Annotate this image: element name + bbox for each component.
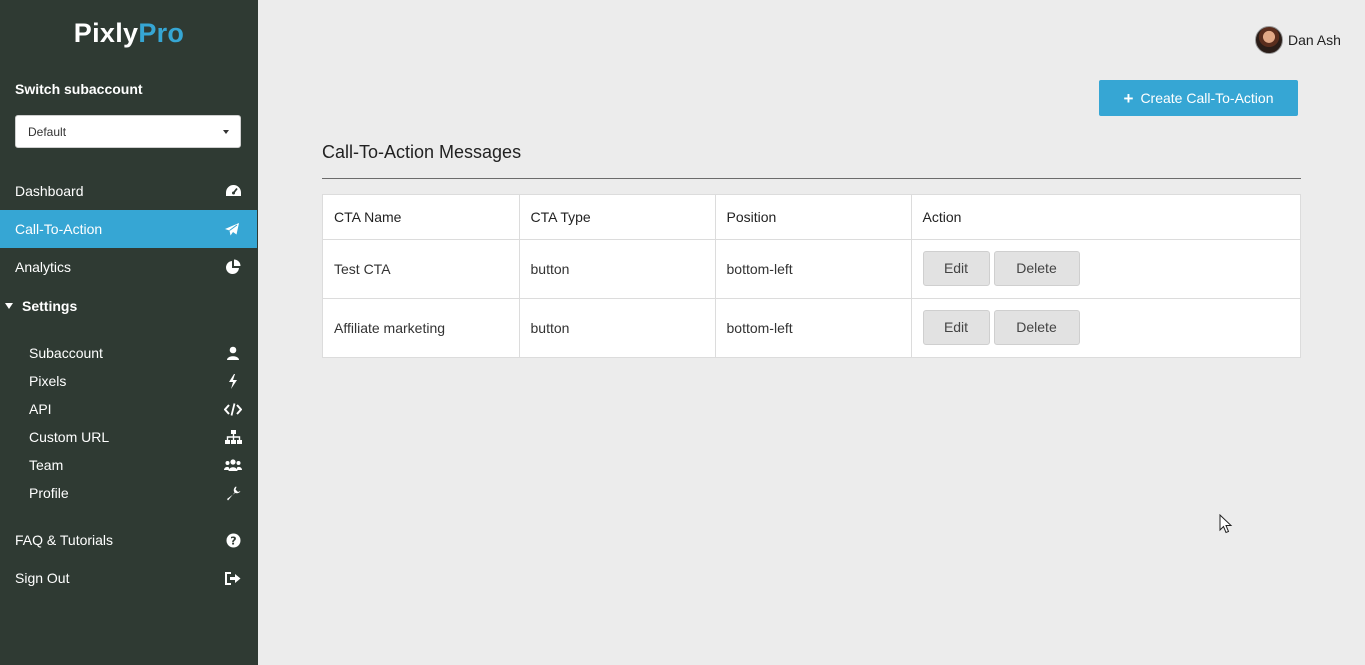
svg-text:?: ? — [230, 534, 236, 547]
sitemap-icon — [224, 423, 242, 451]
user-name: Dan Ash — [1288, 32, 1341, 48]
cta-action-cell: Edit Delete — [911, 239, 1300, 299]
cta-type-cell: button — [519, 239, 716, 299]
create-call-to-action-label: Create Call-To-Action — [1140, 90, 1274, 106]
table-row: Affiliate marketing button bottom-left E… — [323, 298, 1300, 357]
bolt-icon — [224, 367, 242, 395]
dashboard-icon — [224, 172, 242, 210]
column-header-action: Action — [911, 195, 1300, 240]
nav-subaccount[interactable]: Subaccount — [0, 339, 258, 367]
nav-sign-out-label: Sign Out — [15, 570, 70, 586]
delete-button[interactable]: Delete — [993, 251, 1080, 286]
table-row: Test CTA button bottom-left Edit Delete — [323, 239, 1300, 299]
subaccount-select-value: Default — [28, 125, 67, 139]
nav-analytics-label: Analytics — [15, 259, 72, 275]
cta-action-cell: Edit Delete — [911, 298, 1300, 357]
table-header-row: CTA Name CTA Type Position Action — [323, 195, 1300, 240]
cta-name-cell: Test CTA — [323, 239, 520, 299]
pie-chart-icon — [224, 248, 242, 286]
column-header-cta-name[interactable]: CTA Name — [323, 195, 520, 240]
column-header-cta-type[interactable]: CTA Type — [519, 195, 716, 240]
caret-down-icon — [5, 303, 13, 309]
cta-table: CTA Name CTA Type Position Action Test C… — [322, 194, 1301, 358]
pixlypro-logo[interactable]: PixlyPro — [0, 18, 258, 49]
nav-pixels[interactable]: Pixels — [0, 367, 258, 395]
cta-position-cell: bottom-left — [715, 239, 912, 299]
cta-type-cell: button — [519, 298, 716, 357]
cta-name-cell: Affiliate marketing — [323, 298, 520, 357]
nav-team[interactable]: Team — [0, 451, 258, 479]
edit-button[interactable]: Edit — [922, 310, 990, 346]
delete-button[interactable]: Delete — [993, 310, 1080, 346]
nav-team-label: Team — [29, 457, 64, 473]
avatar — [1255, 26, 1283, 54]
nav-profile[interactable]: Profile — [0, 479, 258, 507]
wrench-icon — [224, 479, 242, 507]
paper-plane-icon — [223, 210, 241, 248]
switch-subaccount-label: Switch subaccount — [15, 81, 143, 97]
create-call-to-action-button[interactable]: + Create Call-To-Action — [1099, 80, 1298, 116]
nav-api-label: API — [29, 401, 52, 417]
cta-position-cell: bottom-left — [715, 298, 912, 357]
plus-icon: + — [1123, 88, 1134, 108]
sidebar: PixlyPro Switch subaccount Default Dashb… — [0, 0, 258, 665]
logo-text-pixly: Pixly — [73, 18, 139, 48]
question-circle-icon: ? — [224, 521, 242, 559]
nav-faq-tutorials-label: FAQ & Tutorials — [15, 532, 114, 548]
caret-down-icon — [223, 130, 229, 134]
title-divider — [322, 178, 1301, 179]
nav-analytics[interactable]: Analytics — [0, 248, 258, 286]
users-icon — [224, 451, 242, 479]
nav-dashboard[interactable]: Dashboard — [0, 172, 258, 210]
nav-pixels-label: Pixels — [29, 373, 67, 389]
user-menu[interactable]: Dan Ash — [1255, 26, 1341, 54]
nav-profile-label: Profile — [29, 485, 69, 501]
nav-settings-toggle[interactable]: Settings — [0, 287, 258, 325]
nav-faq-tutorials[interactable]: FAQ & Tutorials ? — [0, 521, 258, 559]
nav-settings-label: Settings — [22, 298, 78, 314]
nav-custom-url[interactable]: Custom URL — [0, 423, 258, 451]
nav-call-to-action-label: Call-To-Action — [15, 221, 103, 237]
nav-dashboard-label: Dashboard — [15, 183, 84, 199]
nav-api[interactable]: API — [0, 395, 258, 423]
subaccount-select[interactable]: Default — [15, 115, 241, 148]
sign-out-icon — [224, 559, 242, 597]
column-header-position[interactable]: Position — [715, 195, 912, 240]
code-icon — [224, 395, 242, 423]
nav-subaccount-label: Subaccount — [29, 345, 103, 361]
nav-custom-url-label: Custom URL — [29, 429, 110, 445]
nav-sign-out[interactable]: Sign Out — [0, 559, 258, 597]
page-title: Call-To-Action Messages — [322, 142, 522, 162]
nav-call-to-action[interactable]: Call-To-Action — [0, 210, 257, 248]
user-icon — [224, 339, 242, 367]
logo-text-pro: Pro — [138, 18, 185, 48]
edit-button[interactable]: Edit — [922, 251, 990, 286]
